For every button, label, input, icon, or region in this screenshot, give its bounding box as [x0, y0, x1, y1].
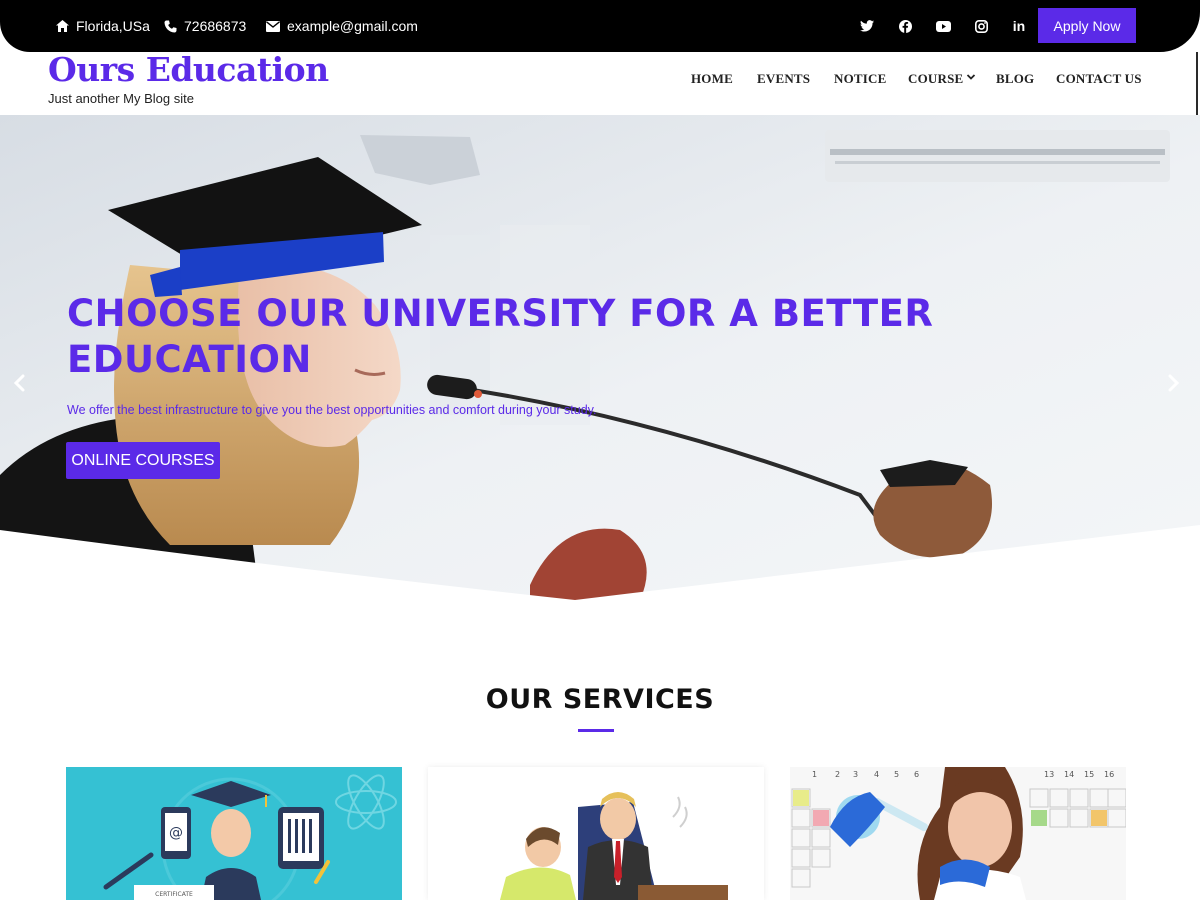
- svg-text:3: 3: [853, 770, 858, 779]
- nav-contact-us[interactable]: CONTACT US: [1056, 71, 1142, 87]
- location-text: Florida,USa: [76, 18, 150, 34]
- service-card-science-lab[interactable]: 1 2 3 4 5 6 13 14 15 16: [790, 767, 1126, 900]
- counseling-illustration: [428, 767, 764, 900]
- service-card-counseling[interactable]: [428, 767, 764, 900]
- svg-text:13: 13: [1044, 770, 1054, 779]
- svg-text:@: @: [169, 825, 183, 841]
- facebook-icon[interactable]: [894, 15, 916, 37]
- envelope-icon: [266, 20, 280, 32]
- svg-text:2: 2: [835, 770, 840, 779]
- hero-title: CHOOSE OUR UNIVERSITY FOR A BETTER EDUCA…: [67, 292, 934, 381]
- nav-course[interactable]: COURSE: [908, 71, 963, 87]
- youtube-icon[interactable]: [932, 15, 954, 37]
- phone-text: 72686873: [184, 18, 247, 34]
- phone-item: 72686873: [164, 16, 246, 36]
- twitter-icon[interactable]: [856, 15, 878, 37]
- apply-now-button[interactable]: Apply Now: [1038, 8, 1136, 43]
- svg-text:5: 5: [894, 770, 899, 779]
- nav-notice[interactable]: NOTICE: [834, 71, 887, 87]
- hero-slider: CHOOSE OUR UNIVERSITY FOR A BETTER EDUCA…: [0, 115, 1200, 600]
- hero-subtitle: We offer the best infrastructure to give…: [67, 403, 597, 417]
- site-tagline: Just another My Blog site: [48, 91, 194, 106]
- svg-text:15: 15: [1084, 770, 1094, 779]
- phone-icon: [164, 20, 177, 32]
- online-graduate-illustration: @ CERTIFICATE: [66, 767, 402, 900]
- services-title: OUR SERVICES: [485, 684, 715, 715]
- nav-events[interactable]: EVENTS: [757, 71, 810, 87]
- svg-text:CERTIFICATE: CERTIFICATE: [155, 891, 193, 898]
- svg-text:14: 14: [1064, 770, 1074, 779]
- svg-text:16: 16: [1104, 770, 1114, 779]
- lab-photo: 1 2 3 4 5 6 13 14 15 16: [790, 767, 1126, 900]
- services-divider: [578, 729, 614, 732]
- location-item: Florida,USa: [56, 16, 150, 36]
- svg-text:6: 6: [914, 770, 919, 779]
- svg-text:4: 4: [874, 770, 879, 779]
- topbar: Florida,USa 72686873 example@gmail.com i…: [0, 0, 1200, 52]
- site-title[interactable]: Ours Education: [48, 50, 329, 89]
- slider-next-icon[interactable]: [1163, 373, 1183, 393]
- svg-text:1: 1: [812, 770, 817, 779]
- online-courses-button[interactable]: ONLINE COURSES: [66, 442, 220, 479]
- email-item[interactable]: example@gmail.com: [266, 16, 418, 36]
- linkedin-icon[interactable]: in: [1008, 15, 1030, 37]
- home-icon: [56, 20, 69, 32]
- service-card-online-learning[interactable]: @ CERTIFICATE: [66, 767, 402, 900]
- chevron-down-icon[interactable]: [966, 72, 976, 82]
- nav-blog[interactable]: BLOG: [996, 71, 1034, 87]
- nav-home[interactable]: HOME: [691, 71, 733, 87]
- instagram-icon[interactable]: [970, 15, 992, 37]
- slider-prev-icon[interactable]: [10, 373, 30, 393]
- email-text: example@gmail.com: [287, 18, 418, 34]
